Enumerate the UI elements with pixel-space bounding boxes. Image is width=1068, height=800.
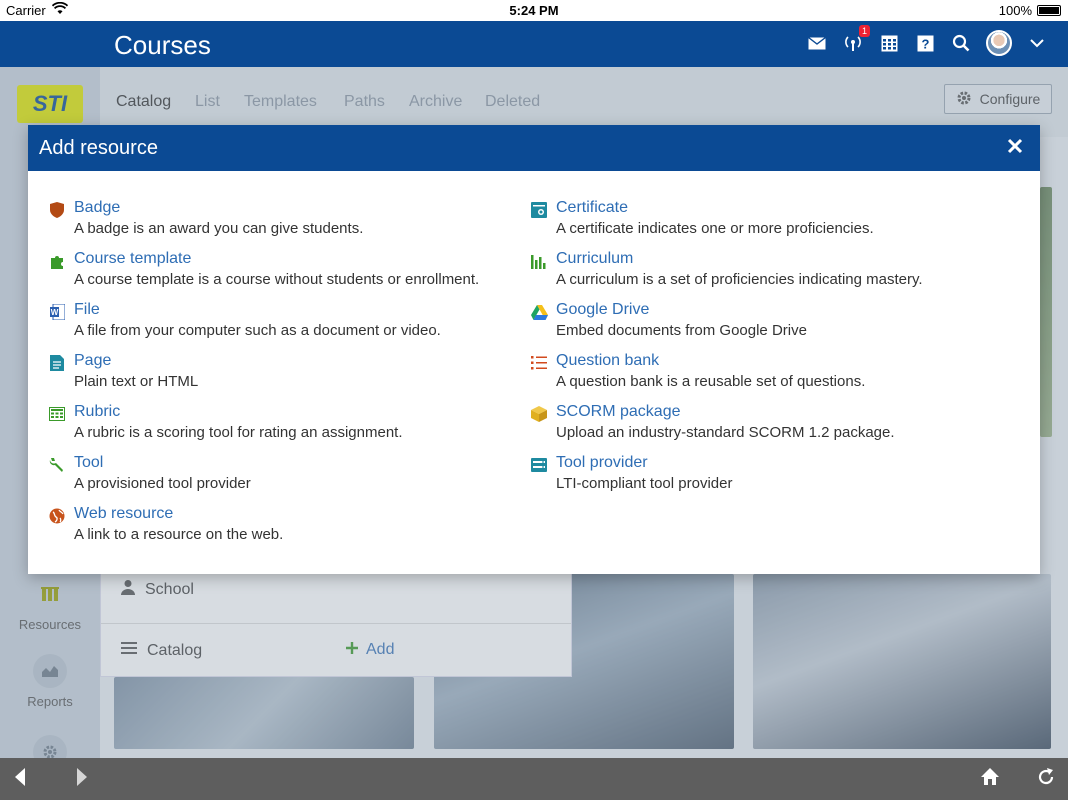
resource-web-resource[interactable]: Web resource A link to a resource on the… [48,503,479,554]
resource-name[interactable]: Curriculum [556,248,923,270]
close-icon[interactable] [1004,136,1026,158]
resource-description: A file from your computer such as a docu… [74,322,441,339]
resource-badge[interactable]: Badge A badge is an award you can give s… [48,197,479,248]
svg-text:?: ? [921,36,929,51]
page-title: Courses [114,30,211,60]
tool-provider-icon [530,456,548,474]
clock: 5:24 PM [509,3,559,18]
svg-text:W: W [50,308,58,317]
question-list-icon [530,354,548,372]
header-icons: 1 ? [806,25,1048,56]
page-icon [48,354,66,372]
modal-title: Add resource [39,136,158,159]
globe-icon [48,507,66,525]
resource-page[interactable]: Page Plain text or HTML [48,350,479,401]
resource-description: A provisioned tool provider [74,475,251,492]
resource-name[interactable]: Badge [74,197,479,219]
add-resource-modal: Add resource Badge A badge is an award y… [28,125,1040,574]
browser-toolbar [0,758,1068,800]
resource-description: A link to a resource on the web. [74,526,284,543]
battery-percent: 100% [998,3,1032,18]
resource-scorm-package[interactable]: SCORM package Upload an industry-standar… [530,401,923,452]
header-left-block [0,21,100,67]
resource-description: A curriculum is a set of proficiencies i… [556,271,923,288]
resource-name[interactable]: File [74,299,479,321]
calendar-icon[interactable] [878,31,900,55]
resource-name[interactable]: Course template [74,248,479,270]
certificate-icon [530,201,548,219]
resource-name[interactable]: Certificate [556,197,923,219]
resource-description: Plain text or HTML [74,373,199,390]
resource-course-template[interactable]: Course template A course template is a c… [48,248,479,299]
resource-column-right: Certificate A certificate indicates one … [530,197,923,503]
resource-curriculum[interactable]: Curriculum A curriculum is a set of prof… [530,248,923,299]
resource-name[interactable]: Tool provider [556,452,923,474]
chevron-down-icon[interactable] [1026,31,1048,55]
home-icon[interactable] [980,767,1000,793]
battery-icon [1037,5,1061,16]
resource-tool[interactable]: Tool A provisioned tool provider [48,452,479,503]
resource-description: LTI-compliant tool provider [556,475,733,492]
resource-name[interactable]: Page [74,350,479,372]
badge-icon [48,201,66,219]
resource-question-bank[interactable]: Question bank A question bank is a reusa… [530,350,923,401]
resource-name[interactable]: Question bank [556,350,923,372]
back-icon[interactable] [14,767,26,793]
resource-description: A certificate indicates one or more prof… [556,220,874,237]
modal-header: Add resource [28,125,1040,171]
google-drive-icon [530,303,548,321]
resource-description: Embed documents from Google Drive [556,322,807,339]
resource-name[interactable]: Google Drive [556,299,923,321]
avatar[interactable] [986,30,1012,56]
resource-description: A badge is an award you can give student… [74,220,364,237]
resource-rubric[interactable]: Rubric A rubric is a scoring tool for ra… [48,401,479,452]
resource-description: A question bank is a reusable set of que… [556,373,866,390]
resource-file[interactable]: W File A file from your computer such as… [48,299,479,350]
notifications-icon[interactable]: 1 [842,25,870,55]
resource-google-drive[interactable]: Google Drive Embed documents from Google… [530,299,923,350]
resource-column-left: Badge A badge is an award you can give s… [48,197,479,554]
resource-name[interactable]: SCORM package [556,401,923,423]
puzzle-icon [48,252,66,270]
reload-icon[interactable] [1036,767,1056,793]
app-header: Courses 1 ? [0,21,1068,67]
rubric-icon [48,405,66,423]
resource-tool-provider[interactable]: Tool provider LTI-compliant tool provide… [530,452,923,503]
resource-description: A course template is a course without st… [74,271,480,288]
status-bar: Carrier 5:24 PM 100% [0,0,1068,21]
package-icon [530,405,548,423]
resource-name[interactable]: Web resource [74,503,479,525]
word-doc-icon: W [48,303,66,321]
resource-name[interactable]: Rubric [74,401,479,423]
resource-name[interactable]: Tool [74,452,479,474]
notification-badge: 1 [858,25,870,37]
forward-icon[interactable] [76,767,88,793]
mail-icon[interactable] [806,31,828,55]
search-icon[interactable] [950,31,972,55]
resource-description: A rubric is a scoring tool for rating an… [74,424,403,441]
bar-chart-icon [530,252,548,270]
resource-certificate[interactable]: Certificate A certificate indicates one … [530,197,923,248]
help-icon[interactable]: ? [914,31,936,55]
resource-description: Upload an industry-standard SCORM 1.2 pa… [556,424,895,441]
wrench-icon [48,456,66,474]
